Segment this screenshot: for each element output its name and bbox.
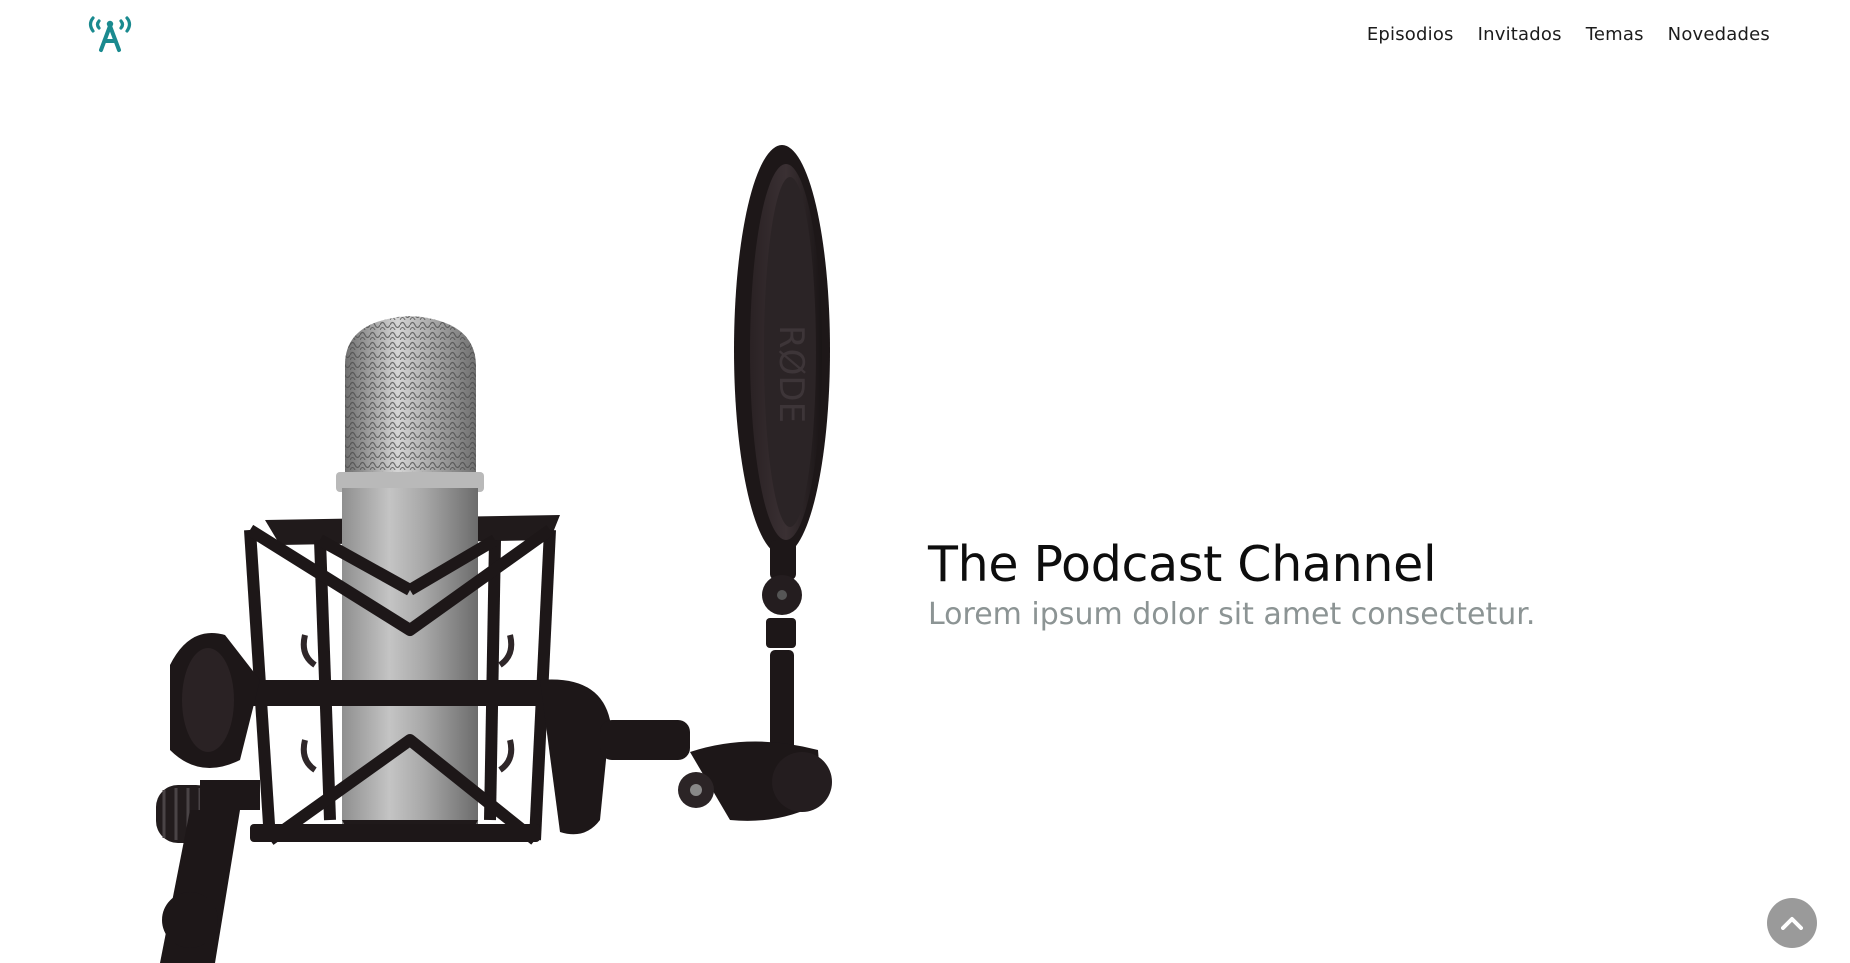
microphone-image: RØDE [130,120,850,963]
page-subtitle: Lorem ipsum dolor sit amet consectetur. [928,597,1536,632]
scroll-to-top-button[interactable] [1767,898,1817,948]
svg-text:RØDE: RØDE [771,325,811,423]
main-nav: Episodios Invitados Temas Novedades [1343,24,1770,45]
nav-link-temas[interactable]: Temas [1586,24,1644,45]
nav-link-novedades[interactable]: Novedades [1668,24,1770,45]
broadcast-antenna-icon [88,16,132,52]
page: Episodios Invitados Temas Novedades RØDE… [0,0,1850,963]
chevron-up-icon [1781,917,1803,930]
nav-link-episodios[interactable]: Episodios [1367,24,1454,45]
hero-text: The Podcast Channel Lorem ipsum dolor si… [928,535,1535,635]
page-title: The Podcast Channel [928,536,1437,593]
logo-link[interactable] [85,14,135,54]
site-header: Episodios Invitados Temas Novedades [0,0,1850,70]
nav-link-invitados[interactable]: Invitados [1478,24,1562,45]
